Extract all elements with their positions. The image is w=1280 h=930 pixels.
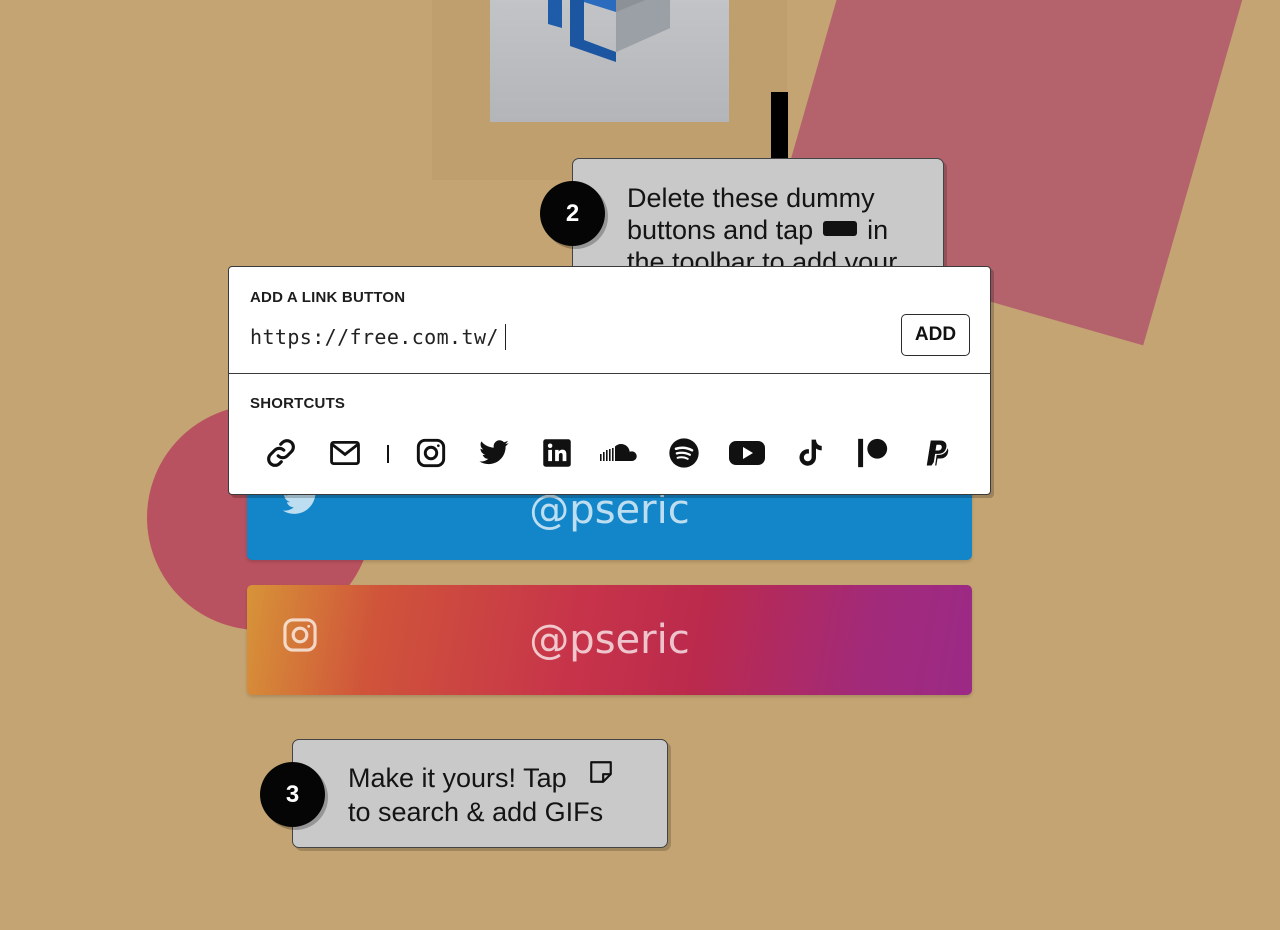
paypal-icon[interactable] — [917, 433, 957, 473]
tip-note-step-3[interactable]: Make it yours! Tap to search & add GIFs — [292, 739, 668, 848]
linkedin-icon[interactable] — [537, 433, 577, 473]
text-caret — [505, 324, 506, 350]
sticker-icon — [588, 759, 614, 792]
note-line: buttons and tap in — [627, 214, 923, 246]
logo-image[interactable] — [490, 0, 729, 122]
mail-icon[interactable] — [325, 433, 365, 473]
link-icon[interactable] — [261, 433, 301, 473]
popup-title: ADD A LINK BUTTON — [250, 289, 406, 306]
note-text: Make it yours! Tap — [348, 763, 567, 793]
instagram-link-button[interactable]: @pseric — [247, 585, 972, 695]
patreon-icon[interactable] — [853, 433, 893, 473]
button-tool-icon — [823, 221, 858, 237]
note-text: in — [867, 215, 889, 245]
instagram-icon[interactable] — [411, 433, 451, 473]
url-input[interactable] — [250, 321, 540, 353]
step-badge-3: 3 — [260, 762, 325, 827]
note-line: to search & add GIFs — [348, 797, 604, 828]
divider — [229, 373, 990, 374]
note-line: Make it yours! Tap — [348, 759, 647, 796]
add-link-popup: ADD A LINK BUTTON ADD SHORTCUTS — [228, 266, 991, 495]
step-badge-2: 2 — [540, 181, 605, 246]
button-label: @pseric — [529, 617, 690, 663]
youtube-icon[interactable] — [727, 433, 767, 473]
soundcloud-icon[interactable] — [600, 433, 642, 473]
instagram-icon — [281, 616, 319, 664]
spotify-icon[interactable] — [664, 433, 704, 473]
black-bar-shape — [771, 92, 788, 162]
tip-note-step-2[interactable]: Delete these dummy buttons and tap in the… — [572, 158, 944, 278]
shortcut-separator — [387, 445, 389, 463]
note-line: Delete these dummy — [627, 183, 875, 213]
add-button[interactable]: ADD — [901, 314, 970, 356]
note-text: buttons and tap — [627, 215, 814, 245]
twitter-icon[interactable] — [474, 433, 514, 473]
tiktok-icon[interactable] — [790, 433, 830, 473]
shortcuts-title: SHORTCUTS — [250, 395, 346, 412]
